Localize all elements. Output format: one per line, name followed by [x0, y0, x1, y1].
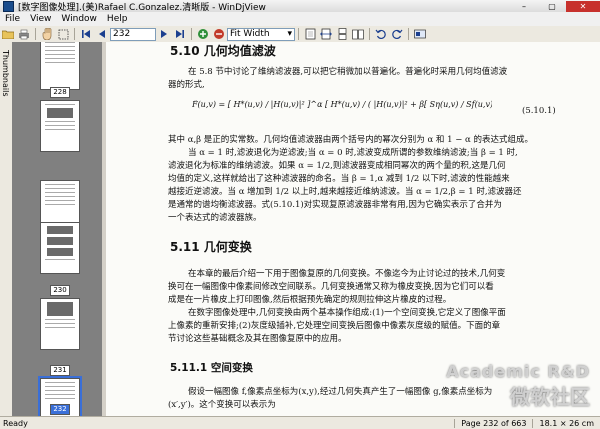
first-page-icon[interactable] [79, 27, 93, 41]
status-bar: Ready Page 232 of 663 18.1 × 26 cm [0, 416, 600, 429]
windjview-app-icon [3, 0, 14, 12]
display-mode-icon[interactable] [413, 27, 427, 41]
thumbnails-pane[interactable]: 228 229 230 231 232 [12, 42, 102, 416]
zoom-out-icon[interactable] [212, 27, 226, 41]
print-icon[interactable] [17, 27, 31, 41]
paragraph-line: 上像素的重新安排;(2)灰度级插补,它处理空间变换后图像中像素灰度级的赋值。下面… [168, 321, 501, 331]
thumbnail-label: 231 [50, 365, 70, 376]
toolbar-separator [74, 28, 75, 40]
status-page-size: 18.1 × 26 cm [532, 418, 600, 428]
menu-view[interactable]: View [25, 14, 56, 24]
zoom-in-icon[interactable] [196, 27, 210, 41]
tab-thumbnails[interactable]: Thumbnails [1, 50, 10, 96]
paragraph-line: 在 5.8 节中讨论了维纳滤波器,可以把它稍微加以普遍化。普遍化时采用几何均值滤… [188, 67, 508, 77]
paragraph-line: 成是在一片橡皮上打印图像,然后根据预先确定的规则拉伸这片橡皮的过程。 [168, 295, 452, 305]
watermark-cn: 微软社区 [510, 385, 590, 409]
menu-window[interactable]: Window [56, 14, 102, 24]
thumbnail-label-current: 232 [50, 404, 70, 415]
paragraph-line: 在本章的最后介绍一下用于图像复原的几何变换。不像迄今为止讨论过的技术,几何变 [188, 269, 506, 279]
paragraph-line: 器的形式, [168, 80, 205, 90]
status-page: Page 232 of 663 [454, 418, 532, 428]
zoom-select-value: Fit Width [230, 29, 270, 39]
status-text: Ready [3, 418, 28, 428]
page-thumbnail[interactable] [40, 298, 80, 350]
close-button[interactable]: ✕ [566, 0, 600, 12]
toolbar-separator [35, 28, 36, 40]
last-page-icon[interactable] [173, 27, 187, 41]
paragraph-line: 越接近逆滤波。当 α 增加到 1/2 以上时,越来越接近维纳滤波。当 α = 1… [168, 187, 522, 197]
fit-page-icon[interactable] [303, 27, 317, 41]
toolbar-separator [191, 28, 192, 40]
watermark-latin: Academic R&D [446, 362, 590, 381]
paragraph-line: 均值的定义,这样就给出了这种滤波器的命名。当 β = 1,α 减到 1/2 以下… [168, 174, 510, 184]
paragraph-line: 是通常的谱均衡滤波器。式(5.10.1)对实现复原滤波器非常有用,因为它确实表示… [168, 200, 502, 210]
window-title: [数字图像处理].(美)Rafael C.Gonzalez.清晰版 - WinD… [18, 2, 266, 13]
open-folder-icon[interactable] [1, 27, 15, 41]
page-thumbnail[interactable] [40, 42, 80, 90]
chevron-down-icon: ▾ [287, 29, 292, 39]
equation-number: (5.10.1) [522, 106, 556, 116]
rotate-left-icon[interactable] [374, 27, 388, 41]
previous-page-icon[interactable] [95, 27, 109, 41]
thumbnail-label: 230 [50, 285, 70, 296]
paragraph-line: 在数字图像处理中,几何变换由两个基本操作组成:(1)一个空间变换,它定义了图像平… [188, 308, 506, 318]
paragraph-line: 一个表达式的滤波器族。 [168, 213, 262, 223]
facing-pages-icon[interactable] [351, 27, 365, 41]
toolbar-separator [408, 28, 409, 40]
fit-width-icon[interactable] [319, 27, 333, 41]
geometric-mean-formula: F̂(u,v) = [ H*(u,v) / |H(u,v)|² ]^α [ H*… [192, 100, 492, 109]
toolbar-separator [369, 28, 370, 40]
thumbnail-label: 228 [50, 87, 70, 98]
page-number-input[interactable] [110, 27, 156, 41]
page-thumbnail[interactable] [40, 100, 80, 152]
toolbar-separator [298, 28, 299, 40]
paragraph-line: (x′,y′)。这个变换可以表示为 [168, 400, 276, 410]
menu-bar: File View Window Help [0, 12, 600, 27]
watermark: Academic R&D 微软社区 [446, 362, 590, 410]
paragraph-line: 节讨论这些基础概念及其在图像复原中的应用。 [168, 334, 347, 344]
continuous-layout-icon[interactable] [335, 27, 349, 41]
document-page: 5.10 几何均值滤波 在 5.8 节中讨论了维纳滤波器,可以把它稍微加以普遍化… [106, 42, 600, 416]
maximize-button[interactable]: ▢ [538, 1, 566, 12]
section-heading: 5.11 几何变换 [170, 240, 252, 254]
hand-tool-icon[interactable] [40, 27, 54, 41]
next-page-icon[interactable] [157, 27, 171, 41]
document-view[interactable]: 5.10 几何均值滤波 在 5.8 节中讨论了维纳滤波器,可以把它稍微加以普遍化… [106, 42, 600, 416]
paragraph-line: 换可在一幅图像中像素间修改空间联系。几何变换通常又称为橡皮变换,因为它们可以看 [168, 282, 494, 292]
subsection-heading: 5.11.1 空间变换 [170, 362, 253, 374]
rotate-right-icon[interactable] [390, 27, 404, 41]
paragraph-line: 当 α = 1 时,滤波退化为逆滤波;当 α = 0 时,滤波变成所谓的参数维纳… [188, 148, 518, 158]
menu-help[interactable]: Help [102, 14, 133, 24]
section-heading: 5.10 几何均值滤波 [170, 44, 276, 58]
paragraph-line: 滤波退化为标准的维纳滤波。如果 α = 1/2,则滤波器变成相同幂次的两个量的积… [168, 161, 506, 171]
paragraph-line: 其中 α,β 是正的实常数。几何均值滤波器由两个括号内的幂次分别为 α 和 1 … [168, 135, 533, 145]
toolbar: Fit Width ▾ [0, 26, 600, 43]
zoom-select[interactable]: Fit Width ▾ [227, 27, 295, 41]
menu-file[interactable]: File [0, 14, 25, 24]
minimize-button[interactable]: – [510, 1, 538, 12]
select-tool-icon[interactable] [56, 27, 70, 41]
page-thumbnail[interactable] [40, 222, 80, 274]
